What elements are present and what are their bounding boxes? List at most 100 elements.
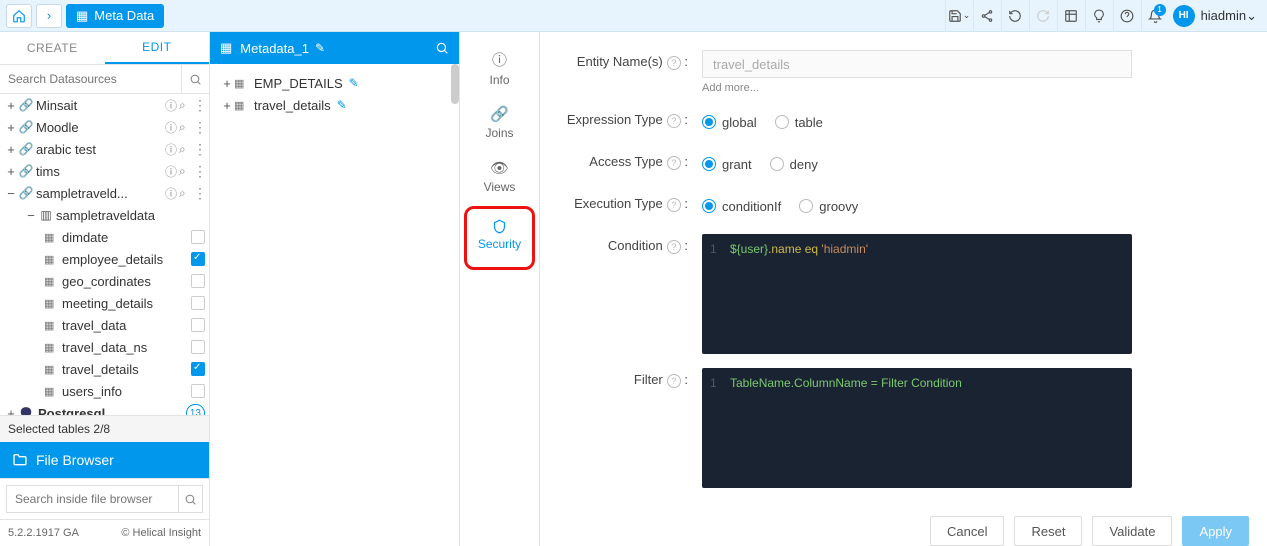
help-icon[interactable]: ? bbox=[667, 198, 681, 212]
ds-row[interactable]: +🔗arabic testⓘ⌕⋮ bbox=[0, 138, 209, 160]
more-icon[interactable]: ⋮ bbox=[193, 119, 205, 136]
radio-global[interactable]: global bbox=[702, 115, 757, 130]
user-menu[interactable]: HI hiadmin⌄ bbox=[1169, 5, 1267, 27]
help-icon[interactable]: ? bbox=[667, 114, 681, 128]
more-icon[interactable]: ⋮ bbox=[193, 163, 205, 180]
redo-button[interactable] bbox=[1029, 0, 1057, 32]
radio-deny[interactable]: deny bbox=[770, 157, 818, 172]
nav-views[interactable]: 👁Views bbox=[460, 152, 539, 200]
share-button[interactable] bbox=[973, 0, 1001, 32]
more-icon[interactable]: ⋮ bbox=[193, 185, 205, 202]
radio-icon bbox=[702, 115, 716, 129]
table-checkbox[interactable] bbox=[191, 340, 205, 354]
table-checkbox[interactable] bbox=[191, 252, 205, 266]
filter-editor[interactable]: 1 TableName.ColumnName = Filter Conditio… bbox=[702, 368, 1132, 488]
reset-button[interactable]: Reset bbox=[1014, 516, 1082, 546]
table-row[interactable]: ▦users_info bbox=[0, 380, 209, 402]
bulb-button[interactable] bbox=[1085, 0, 1113, 32]
table-row[interactable]: ▦employee_details bbox=[0, 248, 209, 270]
info-icon[interactable]: ⓘ bbox=[165, 163, 179, 180]
ds-row[interactable]: +🔗Minsaitⓘ⌕⋮ bbox=[0, 94, 209, 116]
table-row[interactable]: ▦travel_data_ns bbox=[0, 336, 209, 358]
ds-row[interactable]: +🔗timsⓘ⌕⋮ bbox=[0, 160, 209, 182]
radio-table[interactable]: table bbox=[775, 115, 823, 130]
ds-row[interactable]: −🔗sampletraveld...ⓘ⌕⋮ bbox=[0, 182, 209, 204]
db-row[interactable]: +Postgresql13 bbox=[0, 402, 209, 415]
table-checkbox[interactable] bbox=[191, 384, 205, 398]
edit-icon[interactable]: ✎ bbox=[349, 76, 359, 90]
table-row[interactable]: ▦travel_details bbox=[0, 358, 209, 380]
help-icon[interactable]: ? bbox=[667, 374, 681, 388]
save-menu-button[interactable]: ⌄ bbox=[945, 0, 973, 32]
radio-groovy[interactable]: groovy bbox=[799, 199, 858, 214]
expand-icon[interactable]: + bbox=[4, 164, 18, 179]
table-checkbox[interactable] bbox=[191, 362, 205, 376]
metadata-item[interactable]: +▦travel_details✎ bbox=[220, 94, 449, 116]
collapse-icon[interactable]: − bbox=[4, 186, 18, 201]
nav-security[interactable]: Security bbox=[467, 211, 532, 259]
breadcrumb-next-button[interactable]: › bbox=[36, 4, 62, 28]
file-browser-search-input[interactable] bbox=[6, 485, 179, 513]
schema-row[interactable]: −▥sampletraveldata bbox=[0, 204, 209, 226]
layout-button[interactable] bbox=[1057, 0, 1085, 32]
expand-icon[interactable]: + bbox=[220, 76, 234, 91]
filter-label: Filter bbox=[634, 372, 663, 387]
more-icon[interactable]: ⋮ bbox=[193, 97, 205, 114]
search-icon[interactable]: ⌕ bbox=[179, 142, 193, 157]
collapse-icon[interactable]: − bbox=[24, 208, 38, 223]
edit-icon[interactable]: ✎ bbox=[337, 98, 347, 112]
breadcrumb-current[interactable]: ▦ Meta Data bbox=[66, 4, 164, 28]
search-icon[interactable]: ⌕ bbox=[179, 164, 193, 179]
radio-grant[interactable]: grant bbox=[702, 157, 752, 172]
search-icon[interactable] bbox=[181, 65, 209, 93]
search-icon[interactable]: ⌕ bbox=[179, 120, 193, 135]
apply-button[interactable]: Apply bbox=[1182, 516, 1249, 546]
search-icon[interactable]: ⌕ bbox=[179, 98, 193, 113]
info-icon[interactable]: ⓘ bbox=[165, 97, 179, 114]
tab-create[interactable]: CREATE bbox=[0, 32, 105, 64]
help-button[interactable] bbox=[1113, 0, 1141, 32]
table-checkbox[interactable] bbox=[191, 318, 205, 332]
table-row[interactable]: ▦geo_cordinates bbox=[0, 270, 209, 292]
expand-icon[interactable]: + bbox=[4, 120, 18, 135]
ds-row[interactable]: +🔗Moodleⓘ⌕⋮ bbox=[0, 116, 209, 138]
table-row[interactable]: ▦dimdate bbox=[0, 226, 209, 248]
home-button[interactable] bbox=[6, 4, 32, 28]
schema-icon: ▥ bbox=[38, 208, 54, 222]
entity-name-input[interactable] bbox=[702, 50, 1132, 78]
add-more-link[interactable]: Add more... bbox=[702, 82, 759, 94]
table-checkbox[interactable] bbox=[191, 230, 205, 244]
validate-button[interactable]: Validate bbox=[1092, 516, 1172, 546]
metadata-item[interactable]: +▦EMP_DETAILS✎ bbox=[220, 72, 449, 94]
info-icon[interactable]: ⓘ bbox=[165, 141, 179, 158]
nav-joins[interactable]: 🔗Joins bbox=[460, 98, 539, 146]
table-row[interactable]: ▦meeting_details bbox=[0, 292, 209, 314]
more-icon[interactable]: ⋮ bbox=[193, 141, 205, 158]
scrollbar[interactable] bbox=[451, 64, 459, 104]
nav-info[interactable]: ⓘInfo bbox=[460, 44, 539, 92]
table-checkbox[interactable] bbox=[191, 274, 205, 288]
file-browser-button[interactable]: File Browser bbox=[0, 442, 209, 478]
search-icon[interactable]: ⌕ bbox=[179, 186, 193, 201]
edit-icon[interactable]: ✎ bbox=[315, 41, 325, 55]
cancel-button[interactable]: Cancel bbox=[930, 516, 1004, 546]
table-checkbox[interactable] bbox=[191, 296, 205, 310]
tab-edit[interactable]: EDIT bbox=[105, 32, 210, 64]
expand-icon[interactable]: + bbox=[4, 406, 18, 416]
help-icon[interactable]: ? bbox=[667, 56, 681, 70]
table-row[interactable]: ▦travel_data bbox=[0, 314, 209, 336]
datasource-search-input[interactable] bbox=[0, 65, 181, 93]
notifications-button[interactable]: 1 bbox=[1141, 0, 1169, 32]
expand-icon[interactable]: + bbox=[220, 98, 234, 113]
radio-conditionif[interactable]: conditionIf bbox=[702, 199, 781, 214]
help-icon[interactable]: ? bbox=[667, 240, 681, 254]
info-icon[interactable]: ⓘ bbox=[165, 185, 179, 202]
condition-editor[interactable]: 1 ${user}.name eq 'hiadmin' bbox=[702, 234, 1132, 354]
search-icon[interactable] bbox=[435, 41, 449, 55]
expand-icon[interactable]: + bbox=[4, 98, 18, 113]
expand-icon[interactable]: + bbox=[4, 142, 18, 157]
info-icon[interactable]: ⓘ bbox=[165, 119, 179, 136]
undo-button[interactable] bbox=[1001, 0, 1029, 32]
help-icon[interactable]: ? bbox=[667, 156, 681, 170]
search-icon[interactable] bbox=[179, 485, 203, 513]
